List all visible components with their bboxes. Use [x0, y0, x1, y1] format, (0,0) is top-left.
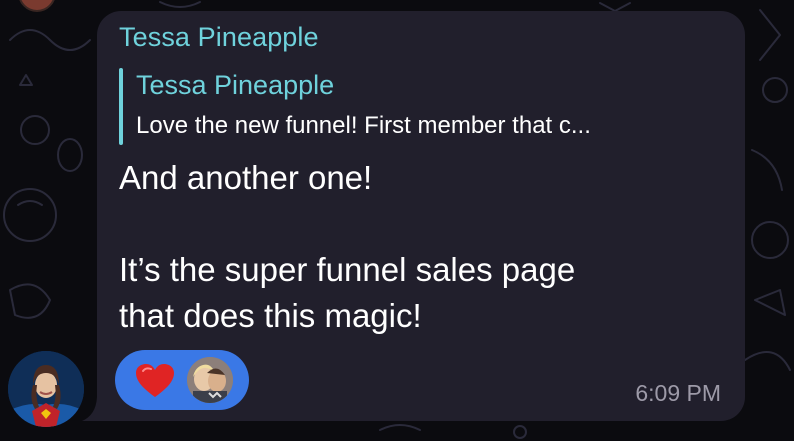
message-line: It’s the super funnel sales page: [119, 251, 576, 288]
message-line: And another one!: [119, 159, 373, 196]
message-line: that does this magic!: [119, 297, 422, 334]
heart-icon: [136, 364, 174, 397]
message-text: And another one! It’s the super funnel s…: [119, 155, 719, 339]
reaction-pill[interactable]: [115, 350, 249, 410]
reply-preview-text: Love the new funnel! First member that c…: [136, 112, 591, 139]
message-timestamp: 6:09 PM: [635, 380, 721, 406]
reactor-avatar[interactable]: [187, 357, 233, 403]
message-bubble[interactable]: Tessa Pineapple Tessa Pineapple Love the…: [97, 11, 745, 421]
sender-name[interactable]: Tessa Pineapple: [119, 22, 319, 53]
reply-quote[interactable]: Tessa Pineapple Love the new funnel! Fir…: [119, 68, 719, 156]
bubble-tail: [82, 397, 112, 421]
reply-accent-bar: [119, 68, 123, 145]
reply-sender-name: Tessa Pineapple: [136, 70, 335, 100]
message-line: [119, 201, 719, 247]
sender-avatar[interactable]: [8, 351, 84, 427]
